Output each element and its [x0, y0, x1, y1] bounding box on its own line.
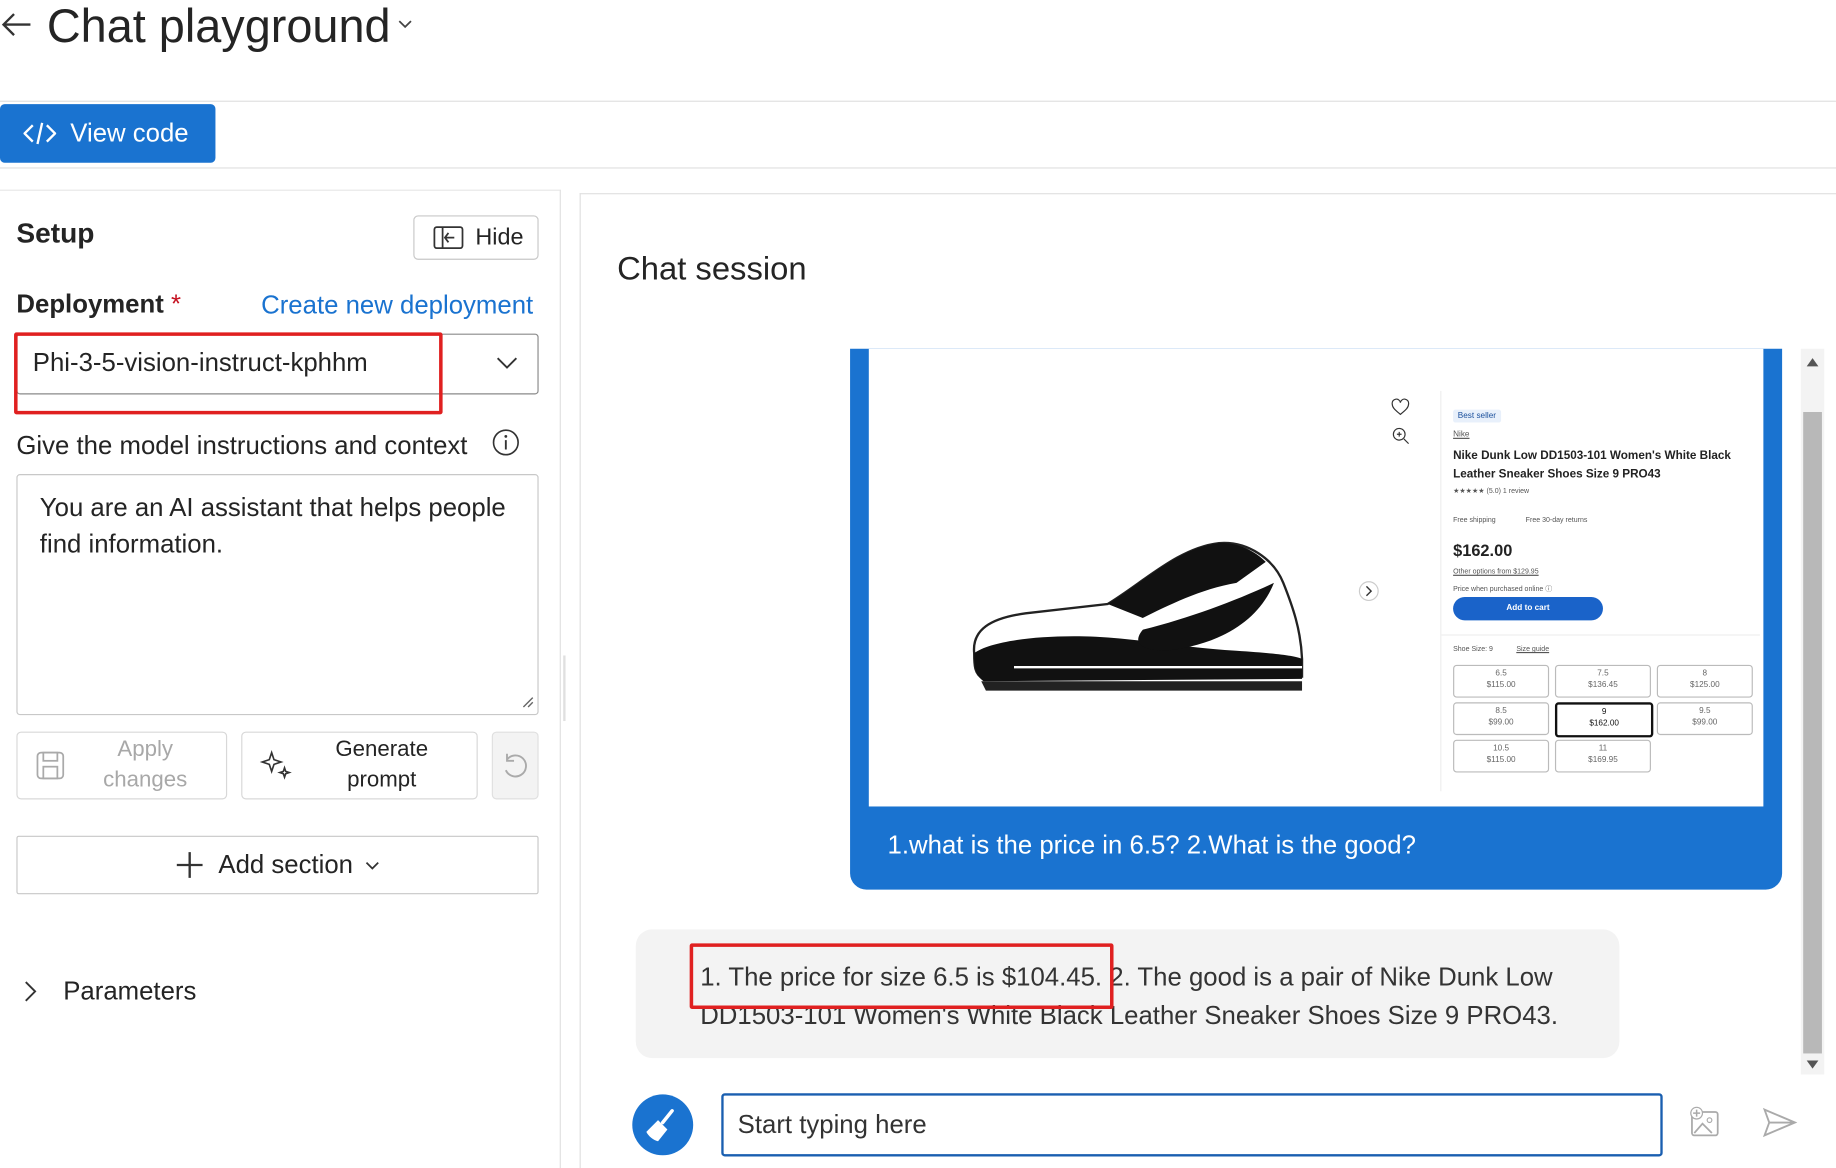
- plus-icon: [176, 852, 202, 878]
- chat-input-placeholder: Start typing here: [737, 1109, 927, 1139]
- size-option-size: 9: [1601, 708, 1607, 717]
- size-option-price: $99.00: [1488, 718, 1514, 727]
- product-details: Best seller Nike Nike Dunk Low DD1503-10…: [1440, 390, 1760, 792]
- size-option-price: $125.00: [1690, 681, 1720, 690]
- divider: [1441, 634, 1760, 636]
- size-guide-link: Size guide: [1516, 646, 1550, 654]
- size-option-size: 9.5: [1699, 706, 1711, 716]
- deployment-label: Deployment *: [16, 289, 181, 319]
- size-option: 8.5 $99.00: [1453, 702, 1550, 736]
- scroll-down-icon[interactable]: [1804, 1058, 1820, 1072]
- size-option: 7.5 $136.45: [1554, 664, 1651, 698]
- size-option-price: $115.00: [1486, 756, 1516, 765]
- size-option-size: 8.5: [1495, 706, 1507, 716]
- best-seller-badge: Best seller: [1453, 409, 1501, 423]
- back-arrow-icon[interactable]: [0, 7, 35, 42]
- deployment-label-text: Deployment: [16, 289, 164, 319]
- resize-handle-icon[interactable]: [520, 694, 534, 708]
- create-new-deployment-link[interactable]: Create new deployment: [261, 290, 533, 320]
- toolbar: [0, 101, 1836, 169]
- view-code-label: View code: [70, 118, 189, 148]
- page-title: Chat playground: [46, 1, 391, 53]
- scrollbar-thumb[interactable]: [1803, 412, 1822, 1054]
- product-name: Nike Dunk Low DD1503-101 Women's White B…: [1453, 449, 1731, 482]
- size-option: 9 $162.00: [1554, 702, 1654, 738]
- required-mark: *: [171, 289, 182, 319]
- chevron-down-icon[interactable]: [396, 14, 415, 33]
- shoe-size-label: Shoe Size: 9: [1453, 646, 1493, 654]
- parameters-label: Parameters: [63, 976, 197, 1006]
- carousel-next-icon: [1358, 581, 1379, 602]
- size-option: 8 $125.00: [1656, 664, 1753, 698]
- size-option-size: 11: [1598, 744, 1608, 753]
- chevron-down-icon: [496, 357, 518, 369]
- highlight-box-answer: [689, 943, 1114, 1009]
- undo-icon: [504, 753, 527, 778]
- apply-changes-label: Apply changes: [103, 737, 188, 793]
- setup-title: Setup: [16, 217, 95, 250]
- free-returns: Free 30-day returns: [1525, 517, 1588, 525]
- chevron-right-icon: [25, 981, 37, 1002]
- size-option-size: 7.5: [1597, 669, 1609, 678]
- panel-collapse-icon: [433, 226, 464, 250]
- product-brand: Nike: [1453, 430, 1470, 439]
- size-option: 9.5 $99.00: [1656, 702, 1753, 736]
- system-message-text: You are an AI assistant that helps peopl…: [39, 492, 506, 559]
- size-option-price: $169.95: [1588, 756, 1618, 765]
- chat-session-title: Chat session: [617, 250, 807, 287]
- free-shipping: Free shipping: [1453, 517, 1496, 525]
- broom-icon: [646, 1109, 674, 1142]
- add-to-cart-button: Add to cart: [1453, 596, 1603, 621]
- attached-image: Best seller Nike Nike Dunk Low DD1503-10…: [868, 348, 1764, 807]
- panel-splitter[interactable]: [563, 655, 566, 722]
- clear-chat-button[interactable]: [632, 1094, 694, 1156]
- sparkle-icon: [259, 750, 292, 780]
- size-option: 11 $169.95: [1554, 739, 1651, 773]
- size-option: 10.5 $115.00: [1453, 739, 1550, 773]
- size-option-price: $136.45: [1588, 681, 1618, 690]
- zoom-icon: [1392, 427, 1410, 445]
- size-option-price: $115.00: [1486, 681, 1516, 690]
- size-option-price: $162.00: [1589, 719, 1619, 729]
- add-section-label: Add section: [218, 849, 354, 880]
- generate-prompt-label: Generate prompt: [335, 737, 429, 793]
- size-option-size: 6.5: [1495, 669, 1507, 678]
- hide-button[interactable]: Hide: [413, 215, 539, 260]
- highlight-box-deployment: [14, 332, 443, 415]
- code-icon: [23, 122, 57, 145]
- heart-icon: [1391, 398, 1410, 416]
- save-icon: [36, 751, 65, 780]
- hide-label: Hide: [475, 224, 524, 250]
- other-options: Other options from $129.95: [1453, 568, 1539, 576]
- chevron-down-icon: [366, 862, 380, 870]
- price-note: Price when purchased online ⓘ: [1453, 586, 1553, 594]
- send-icon[interactable]: [1762, 1106, 1798, 1139]
- product-rating: ★★★★★ (5.0) 1 review: [1453, 488, 1530, 496]
- user-message-text: 1.what is the price in 6.5? 2.What is th…: [887, 829, 1416, 860]
- instructions-label: Give the model instructions and context: [16, 430, 468, 461]
- sneaker-image: [972, 541, 1304, 691]
- parameters-toggle[interactable]: Parameters: [21, 976, 196, 1006]
- attach-image-icon[interactable]: [1687, 1105, 1722, 1140]
- size-option-size: 8: [1702, 669, 1708, 678]
- size-option-size: 10.5: [1493, 744, 1510, 753]
- size-option-price: $99.00: [1692, 718, 1718, 727]
- size-option: 6.5 $115.00: [1453, 664, 1550, 698]
- info-icon[interactable]: [492, 428, 520, 456]
- add-section-button[interactable]: Add section: [16, 835, 539, 895]
- product-price: $162.00: [1453, 540, 1513, 560]
- view-code-button[interactable]: View code: [0, 104, 216, 163]
- scroll-up-icon[interactable]: [1804, 355, 1820, 369]
